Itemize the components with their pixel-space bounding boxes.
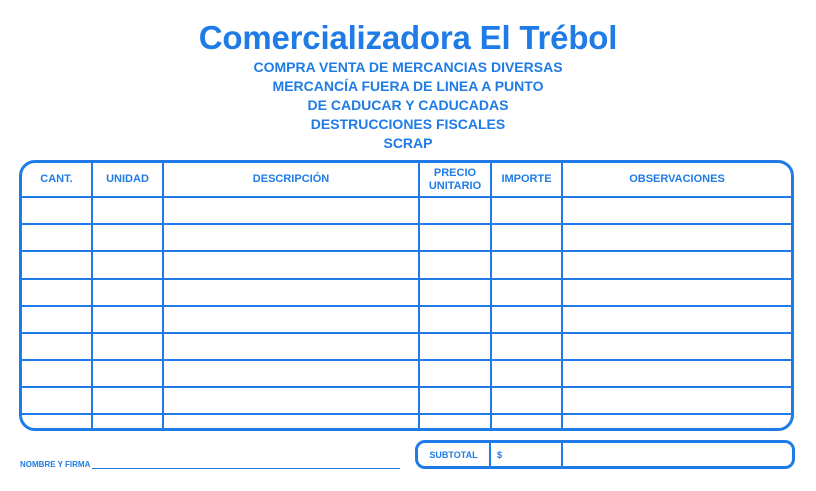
cell-unidad[interactable] xyxy=(91,413,164,428)
cell-importe[interactable] xyxy=(490,413,563,428)
cell-unidad[interactable] xyxy=(91,277,164,307)
cell-descripcion[interactable] xyxy=(162,413,420,428)
column-header-importe: IMPORTE xyxy=(490,163,563,198)
cell-precio-unitario[interactable] xyxy=(418,250,492,280)
cell-cant[interactable] xyxy=(22,331,93,362)
cell-observaciones[interactable] xyxy=(561,359,791,389)
cell-importe[interactable] xyxy=(490,277,563,307)
cell-descripcion[interactable] xyxy=(162,277,420,307)
tagline-line: DESTRUCCIONES FISCALES xyxy=(310,116,506,132)
table-row xyxy=(22,413,791,428)
cell-precio-unitario[interactable] xyxy=(418,304,492,334)
column-header-descripcion: DESCRIPCIÓN xyxy=(162,163,420,198)
cell-cant[interactable] xyxy=(22,413,93,428)
company-name: Comercializadora El Trébol xyxy=(198,19,618,56)
subtotal-box: SUBTOTAL $ xyxy=(415,440,795,469)
cell-cant[interactable] xyxy=(22,359,93,389)
cell-descripcion[interactable] xyxy=(162,304,420,334)
cell-unidad[interactable] xyxy=(91,359,164,389)
signature-line[interactable] xyxy=(92,460,401,469)
cell-cant[interactable] xyxy=(22,304,93,334)
cell-importe[interactable] xyxy=(490,331,563,362)
table-row xyxy=(22,277,791,307)
cell-unidad[interactable] xyxy=(91,223,164,253)
column-header-cant: CANT. xyxy=(22,163,93,198)
table-row xyxy=(22,359,791,389)
subtotal-label: SUBTOTAL xyxy=(418,443,491,466)
cell-precio-unitario[interactable] xyxy=(418,277,492,307)
tagline-line: DE CADUCAR Y CADUCADAS xyxy=(307,97,509,113)
cell-precio-unitario[interactable] xyxy=(418,386,492,416)
table-row xyxy=(22,331,791,362)
cell-descripcion[interactable] xyxy=(162,195,420,226)
cell-importe[interactable] xyxy=(490,304,563,334)
table-row xyxy=(22,223,791,253)
column-header-precio-unitario: PRECIO UNITARIO xyxy=(418,163,492,198)
cell-unidad[interactable] xyxy=(91,386,164,416)
items-table: CANT. UNIDAD DESCRIPCIÓN PRECIO UNITARIO… xyxy=(22,163,791,428)
column-header-observaciones: OBSERVACIONES xyxy=(561,163,791,198)
cell-unidad[interactable] xyxy=(91,250,164,280)
cell-descripcion[interactable] xyxy=(162,359,420,389)
cell-importe[interactable] xyxy=(490,223,563,253)
cell-observaciones[interactable] xyxy=(561,386,791,416)
subtotal-value-field[interactable] xyxy=(563,443,792,466)
tagline-line: MERCANCÍA FUERA DE LINEA A PUNTO xyxy=(272,78,544,94)
table-row xyxy=(22,386,791,416)
cell-cant[interactable] xyxy=(22,386,93,416)
cell-observaciones[interactable] xyxy=(561,304,791,334)
cell-observaciones[interactable] xyxy=(561,331,791,362)
cell-importe[interactable] xyxy=(490,250,563,280)
cell-cant[interactable] xyxy=(22,250,93,280)
cell-observaciones[interactable] xyxy=(561,195,791,226)
signature-label: NOMBRE Y FIRMA xyxy=(20,460,91,469)
cell-importe[interactable] xyxy=(490,195,563,226)
cell-observaciones[interactable] xyxy=(561,277,791,307)
table-row xyxy=(22,304,791,334)
cell-cant[interactable] xyxy=(22,277,93,307)
cell-unidad[interactable] xyxy=(91,195,164,226)
cell-importe[interactable] xyxy=(490,359,563,389)
table-row xyxy=(22,195,791,226)
subtotal-currency: $ xyxy=(491,443,563,466)
cell-unidad[interactable] xyxy=(91,304,164,334)
cell-cant[interactable] xyxy=(22,223,93,253)
column-header-unidad: UNIDAD xyxy=(91,163,164,198)
cell-descripcion[interactable] xyxy=(162,331,420,362)
cell-unidad[interactable] xyxy=(91,331,164,362)
table-row xyxy=(22,250,791,280)
cell-observaciones[interactable] xyxy=(561,413,791,428)
cell-descripcion[interactable] xyxy=(162,250,420,280)
cell-observaciones[interactable] xyxy=(561,250,791,280)
cell-observaciones[interactable] xyxy=(561,223,791,253)
cell-precio-unitario[interactable] xyxy=(418,413,492,428)
cell-descripcion[interactable] xyxy=(162,223,420,253)
items-table-frame: CANT. UNIDAD DESCRIPCIÓN PRECIO UNITARIO… xyxy=(19,160,794,431)
cell-precio-unitario[interactable] xyxy=(418,223,492,253)
tagline-line: COMPRA VENTA DE MERCANCIAS DIVERSAS xyxy=(253,59,563,75)
cell-cant[interactable] xyxy=(22,195,93,226)
cell-descripcion[interactable] xyxy=(162,386,420,416)
cell-precio-unitario[interactable] xyxy=(418,195,492,226)
document-header: Comercializadora El Trébol COMPRA VENTA … xyxy=(0,18,816,153)
cell-precio-unitario[interactable] xyxy=(418,331,492,362)
tagline-line: SCRAP xyxy=(383,135,433,151)
cell-precio-unitario[interactable] xyxy=(418,359,492,389)
signature-field: NOMBRE Y FIRMA xyxy=(20,460,401,469)
table-header-row: CANT. UNIDAD DESCRIPCIÓN PRECIO UNITARIO… xyxy=(22,163,791,198)
cell-importe[interactable] xyxy=(490,386,563,416)
